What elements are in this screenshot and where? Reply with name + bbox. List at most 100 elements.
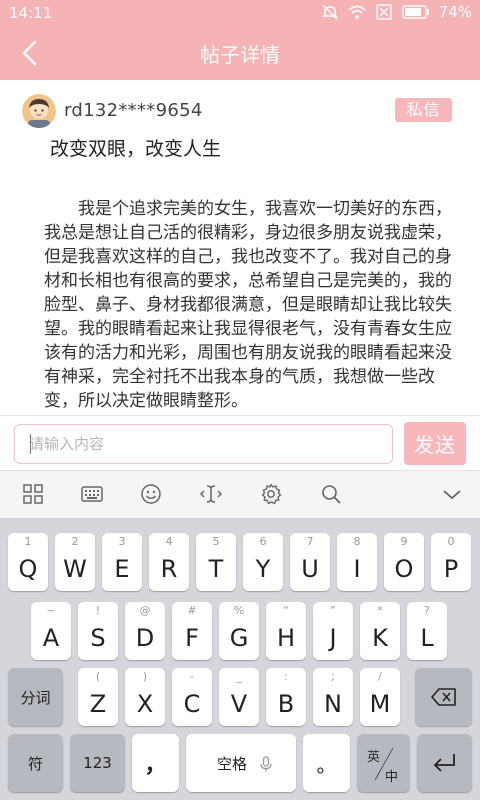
key-label: I: [353, 555, 361, 583]
space-key[interactable]: 空格: [186, 734, 296, 792]
username: rd132****9654: [64, 100, 203, 121]
post-body: 我是个追求完美的女生，我喜欢一切美好的东西，我总是想让自己活的很精彩，身边很多朋…: [44, 199, 452, 411]
key-sub-label: ”: [330, 604, 336, 617]
key-sub-label: ?: [424, 604, 430, 617]
battery-percent: 74%: [438, 3, 472, 21]
key-r[interactable]: 4R: [149, 533, 189, 591]
key-label: A: [42, 624, 60, 652]
key-a[interactable]: ~ A: [31, 602, 71, 660]
keyboard-icon[interactable]: [81, 483, 103, 505]
key-label: M: [369, 690, 391, 718]
key-p[interactable]: 0P: [431, 533, 471, 591]
key-i[interactable]: 8I: [337, 533, 377, 591]
enter-icon: [433, 754, 455, 772]
key-label: B: [277, 690, 295, 718]
page-title: 帖子详情: [200, 43, 280, 67]
key-sub-label: ;: [331, 670, 335, 683]
key-c[interactable]: -C: [172, 668, 212, 726]
post-title: 改变双眼，改变人生: [50, 138, 222, 160]
language-zh-label: 中: [385, 770, 399, 785]
key-y[interactable]: 6Y: [243, 533, 283, 591]
key-label: S: [90, 624, 106, 652]
key-sub-label: (: [95, 670, 101, 683]
enter-key[interactable]: [417, 734, 472, 792]
key-sub-label: 0: [447, 535, 455, 548]
key-e[interactable]: 3E: [102, 533, 142, 591]
key-label: E: [114, 555, 130, 583]
avatar[interactable]: [22, 94, 56, 128]
key-v[interactable]: _ V: [219, 668, 259, 726]
segment-key[interactable]: 分词: [8, 668, 63, 726]
private-message-button[interactable]: 私信: [395, 98, 452, 122]
key-sub-label: %: [233, 604, 245, 617]
key-sub-label: “: [283, 604, 289, 617]
language-switch-key[interactable]: 英 中: [357, 734, 410, 792]
key-sub-label: ~: [46, 604, 56, 617]
wifi-icon: [348, 5, 366, 19]
key-label: Q: [18, 555, 38, 583]
period-key[interactable]: 。: [303, 734, 350, 792]
key-z[interactable]: (Z: [78, 668, 118, 726]
key-b[interactable]: :B: [266, 668, 306, 726]
key-k[interactable]: * K: [360, 602, 400, 660]
key-sub-label: !: [95, 604, 101, 617]
key-sub-label: 3: [118, 535, 126, 548]
key-label: L: [420, 624, 434, 652]
send-button[interactable]: 发送: [404, 422, 466, 465]
key-w[interactable]: 2W: [55, 533, 95, 591]
number-key-label: 123: [83, 754, 112, 772]
key-m[interactable]: / M: [360, 668, 400, 726]
key-g[interactable]: % G: [219, 602, 259, 660]
key-q[interactable]: 1Q: [8, 533, 48, 591]
key-label: J: [329, 624, 337, 652]
header: 帖子详情: [0, 26, 480, 80]
key-f[interactable]: # F: [172, 602, 212, 660]
cursor-icon[interactable]: [200, 483, 222, 505]
key-sub-label: 5: [212, 535, 220, 548]
key-label: W: [63, 555, 87, 583]
emoji-icon[interactable]: [140, 483, 162, 505]
collapse-icon[interactable]: [441, 483, 463, 505]
key-n[interactable]: ; N: [313, 668, 353, 726]
key-h[interactable]: “H: [266, 602, 306, 660]
keyboard: 1Q 2W 3E 4R 5T 6Y 7U 8I 9O 0P ~ A ! S @ D #…: [0, 518, 480, 800]
key-label: C: [183, 690, 201, 718]
grid-icon[interactable]: [22, 483, 44, 505]
key-s[interactable]: ! S: [78, 602, 118, 660]
symbol-key-label: 符: [27, 754, 43, 773]
key-sub-label: 4: [165, 535, 173, 548]
key-sub-label: 1: [24, 535, 32, 548]
key-j[interactable]: ” J: [313, 602, 353, 660]
key-u[interactable]: 7U: [290, 533, 330, 591]
space-key-label: 空格: [216, 754, 247, 773]
comment-bar: 发送: [0, 415, 480, 470]
key-sub-label: #: [187, 604, 197, 617]
comment-input[interactable]: [14, 424, 393, 464]
comma-key[interactable]: ，: [132, 734, 179, 792]
key-label: D: [135, 624, 155, 652]
key-d[interactable]: @ D: [125, 602, 165, 660]
key-label: R: [160, 555, 178, 583]
period-key-label: 。: [316, 752, 337, 777]
microphone-icon: [260, 756, 272, 772]
settings-icon[interactable]: [260, 483, 282, 505]
key-l[interactable]: ? L: [407, 602, 447, 660]
status-bar: 14:11 74%: [0, 0, 480, 26]
text-caret: [30, 434, 31, 454]
symbol-key[interactable]: 符: [8, 734, 63, 792]
backspace-key[interactable]: [415, 668, 472, 726]
key-label: T: [208, 555, 224, 583]
backspace-icon: [431, 688, 456, 706]
key-sub-label: -: [190, 670, 194, 683]
key-x[interactable]: ) X: [125, 668, 165, 726]
key-sub-label: 7: [306, 535, 314, 548]
status-icons: 74%: [321, 3, 472, 21]
key-sub-label: :: [284, 670, 288, 683]
key-sub-label: 6: [259, 535, 267, 548]
key-sub-label: ): [142, 670, 148, 683]
key-o[interactable]: 9O: [384, 533, 424, 591]
key-sub-label: 8: [353, 535, 361, 548]
search-icon[interactable]: [320, 483, 342, 505]
number-key[interactable]: 123: [70, 734, 125, 792]
key-t[interactable]: 5T: [196, 533, 236, 591]
